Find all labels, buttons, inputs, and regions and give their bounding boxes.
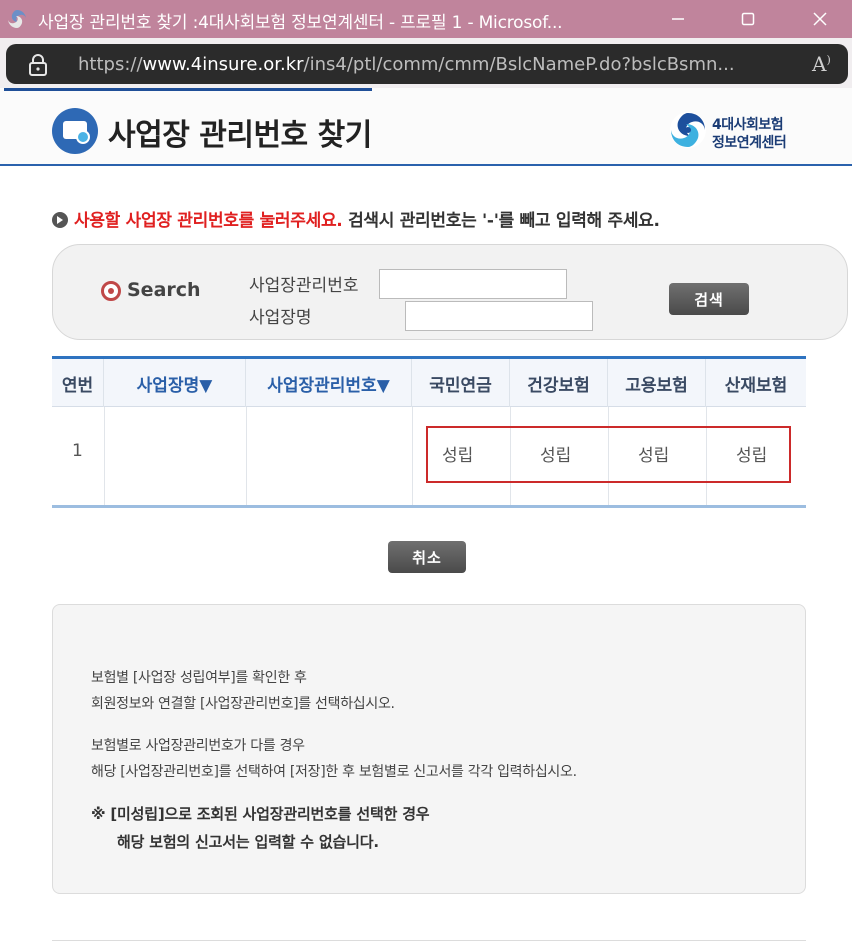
url-domain: www.4insure.or.kr [142, 54, 304, 75]
column-divider [246, 407, 247, 505]
header-seq: 연번 [52, 359, 104, 407]
search-icon [101, 281, 121, 301]
header-health-insurance: 건강보험 [510, 359, 608, 407]
arrow-bullet-icon [52, 212, 68, 228]
bottom-divider [52, 940, 806, 941]
header-accent-line [4, 88, 372, 91]
lock-icon[interactable] [28, 54, 48, 76]
url-text[interactable]: https://www.4insure.or.kr/ins4/ptl/comm/… [78, 54, 800, 75]
column-divider [104, 407, 105, 505]
header-business-number-sort[interactable]: 사업장관리번호▼ [246, 359, 412, 407]
brand-logo: 4대사회보험 정보연계센터 [668, 108, 818, 154]
status-highlight-box [426, 426, 791, 483]
business-name-input[interactable] [405, 301, 593, 331]
search-button[interactable]: 검색 [669, 283, 749, 315]
warning-line-1: ※ [미성립]으로 조회된 사업장관리번호를 선택한 경우 [91, 805, 430, 823]
notice-black-text: 검색시 관리번호는 '-'를 빼고 입력해 주세요. [342, 211, 660, 231]
business-number-input[interactable] [379, 269, 567, 299]
business-number-label: 사업장관리번호 [249, 276, 359, 296]
minimize-button[interactable] [646, 0, 710, 38]
search-panel: Search 사업장관리번호 사업장명 검색 [52, 244, 848, 340]
brand-line2: 정보연계센터 [712, 135, 787, 151]
column-divider [412, 407, 413, 505]
brand-line1: 4대사회보험 [712, 117, 784, 133]
close-button[interactable] [788, 0, 852, 38]
app-icon [8, 10, 26, 28]
table-header: 연번 사업장명▼ 사업장관리번호▼ 국민연금 건강보험 고용보험 산재보험 [52, 359, 806, 407]
cell-seq: 1 [72, 441, 83, 461]
business-name-label: 사업장명 [249, 308, 312, 328]
warning-line-2: 해당 보험의 신고서는 입력할 수 없습니다. [117, 833, 379, 851]
header-national-pension: 국민연금 [412, 359, 510, 407]
maximize-button[interactable] [716, 0, 780, 38]
minimize-icon [672, 18, 684, 20]
maximize-icon [741, 12, 755, 26]
page-title-icon [52, 108, 98, 154]
close-icon [813, 12, 827, 26]
url-prefix: https:// [78, 54, 143, 75]
header-business-name-sort[interactable]: 사업장명▼ [104, 359, 246, 407]
search-label: Search [127, 279, 201, 301]
page-title: 사업장 관리번호 찾기 [108, 118, 372, 153]
window-title: 사업장 관리번호 찾기 :4대사회보험 정보연계센터 - 프로필 1 - Mic… [38, 13, 563, 33]
info-panel: 보험별 [사업장 성립여부]를 확인한 후 회원정보와 연결할 [사업장관리번호… [52, 604, 806, 894]
brand-swirl-icon [670, 112, 706, 148]
info-line-3: 보험별로 사업장관리번호가 다를 경우 [91, 738, 305, 754]
header-industrial-insurance: 산재보험 [724, 375, 788, 396]
page-header: 사업장 관리번호 찾기 4대사회보험 정보연계센터 [0, 88, 852, 166]
cancel-button[interactable]: 취소 [388, 541, 466, 573]
address-bar: https://www.4insure.or.kr/ins4/ptl/comm/… [0, 38, 852, 88]
check-icon [76, 130, 90, 144]
notice-red-text: 사용할 사업장 관리번호를 눌러주세요. [74, 211, 343, 231]
header-employment-insurance: 고용보험 [608, 359, 706, 407]
window-title-bar: 사업장 관리번호 찾기 :4대사회보험 정보연계센터 - 프로필 1 - Mic… [0, 0, 852, 38]
url-field[interactable]: https://www.4insure.or.kr/ins4/ptl/comm/… [6, 44, 848, 84]
url-path: /ins4/ptl/comm/cmm/BslcNameP.do?bslcBsmn… [303, 54, 735, 75]
notice-text: 사용할 사업장 관리번호를 눌러주세요. 검색시 관리번호는 '-'를 빼고 입… [52, 206, 660, 231]
read-aloud-icon[interactable]: A) [812, 52, 831, 76]
info-line-4: 해당 [사업장관리번호]를 선택하여 [저장]한 후 보험별로 신고서를 각각 … [91, 764, 577, 780]
info-line-1: 보험별 [사업장 성립여부]를 확인한 후 [91, 670, 307, 686]
info-line-2: 회원정보와 연결할 [사업장관리번호]를 선택하십시오. [91, 696, 395, 712]
